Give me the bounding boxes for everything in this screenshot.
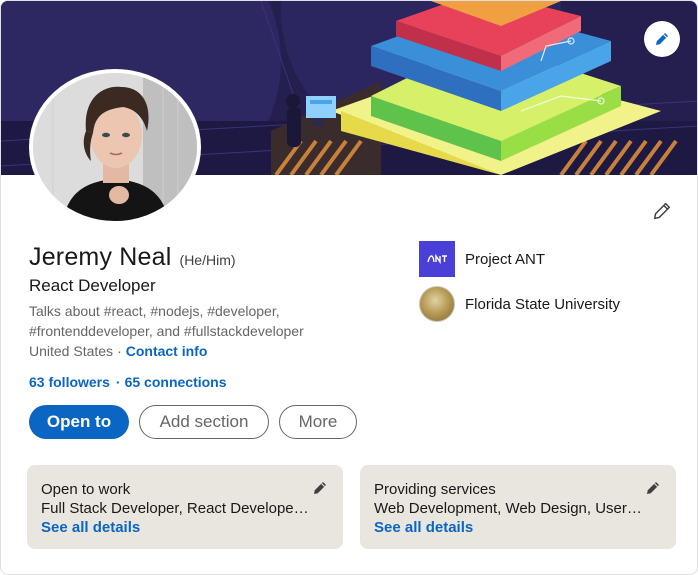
location-row: United States · Contact info: [29, 343, 207, 359]
pencil-icon[interactable]: [644, 479, 662, 497]
org-item-fsu[interactable]: Florida State University: [419, 286, 620, 322]
pencil-icon[interactable]: [311, 479, 329, 497]
followers-link[interactable]: 63 followers: [29, 374, 110, 390]
profile-headline: React Developer: [29, 276, 156, 295]
card-description: Full Stack Developer, React Developer, F…: [41, 500, 311, 517]
contact-info-link[interactable]: Contact info: [126, 343, 208, 359]
card-title: Open to work: [41, 481, 131, 498]
ant-logo-mark: [427, 253, 447, 265]
fsu-seal-logo: [419, 286, 455, 322]
profile-avatar[interactable]: [29, 69, 201, 225]
org-item-project-ant[interactable]: Project ANT: [419, 241, 545, 277]
connections-link[interactable]: 65 connections: [125, 374, 227, 390]
card-description: Web Development, Web Design, User Experi…: [374, 500, 644, 517]
org-name: Project ANT: [465, 250, 546, 268]
see-all-details-link[interactable]: See all details: [374, 519, 662, 536]
add-section-button[interactable]: Add section: [139, 405, 269, 439]
profile-name: Jeremy Neal: [29, 243, 172, 271]
more-button[interactable]: More: [279, 405, 357, 439]
network-row: 63 followers · 65 connections: [29, 374, 227, 390]
open-to-button[interactable]: Open to: [29, 405, 129, 439]
pencil-icon: [656, 33, 668, 45]
profile-card: Jeremy Neal (He/Him) React Developer Tal…: [0, 0, 698, 575]
name-row: Jeremy Neal (He/Him): [29, 243, 236, 272]
see-all-details-link[interactable]: See all details: [41, 519, 329, 536]
separator-dot: ·: [117, 343, 122, 359]
avatar-photo: [33, 73, 197, 221]
org-name: Florida State University: [465, 295, 621, 313]
profile-pronouns: (He/Him): [179, 252, 236, 268]
pencil-icon: [653, 202, 671, 220]
providing-services-card[interactable]: Providing services Web Development, Web …: [360, 465, 676, 549]
edit-banner-button[interactable]: [644, 21, 680, 57]
card-title: Providing services: [374, 481, 496, 498]
profile-actions: Open to Add section More: [29, 405, 357, 439]
profile-talks-about: Talks about #react, #nodejs, #developer,…: [29, 303, 304, 339]
separator-dot: ·: [115, 374, 121, 390]
edit-profile-button[interactable]: [649, 198, 675, 224]
open-to-work-card[interactable]: Open to work Full Stack Developer, React…: [27, 465, 343, 549]
project-ant-logo: [419, 241, 455, 277]
profile-location: United States: [29, 343, 114, 359]
